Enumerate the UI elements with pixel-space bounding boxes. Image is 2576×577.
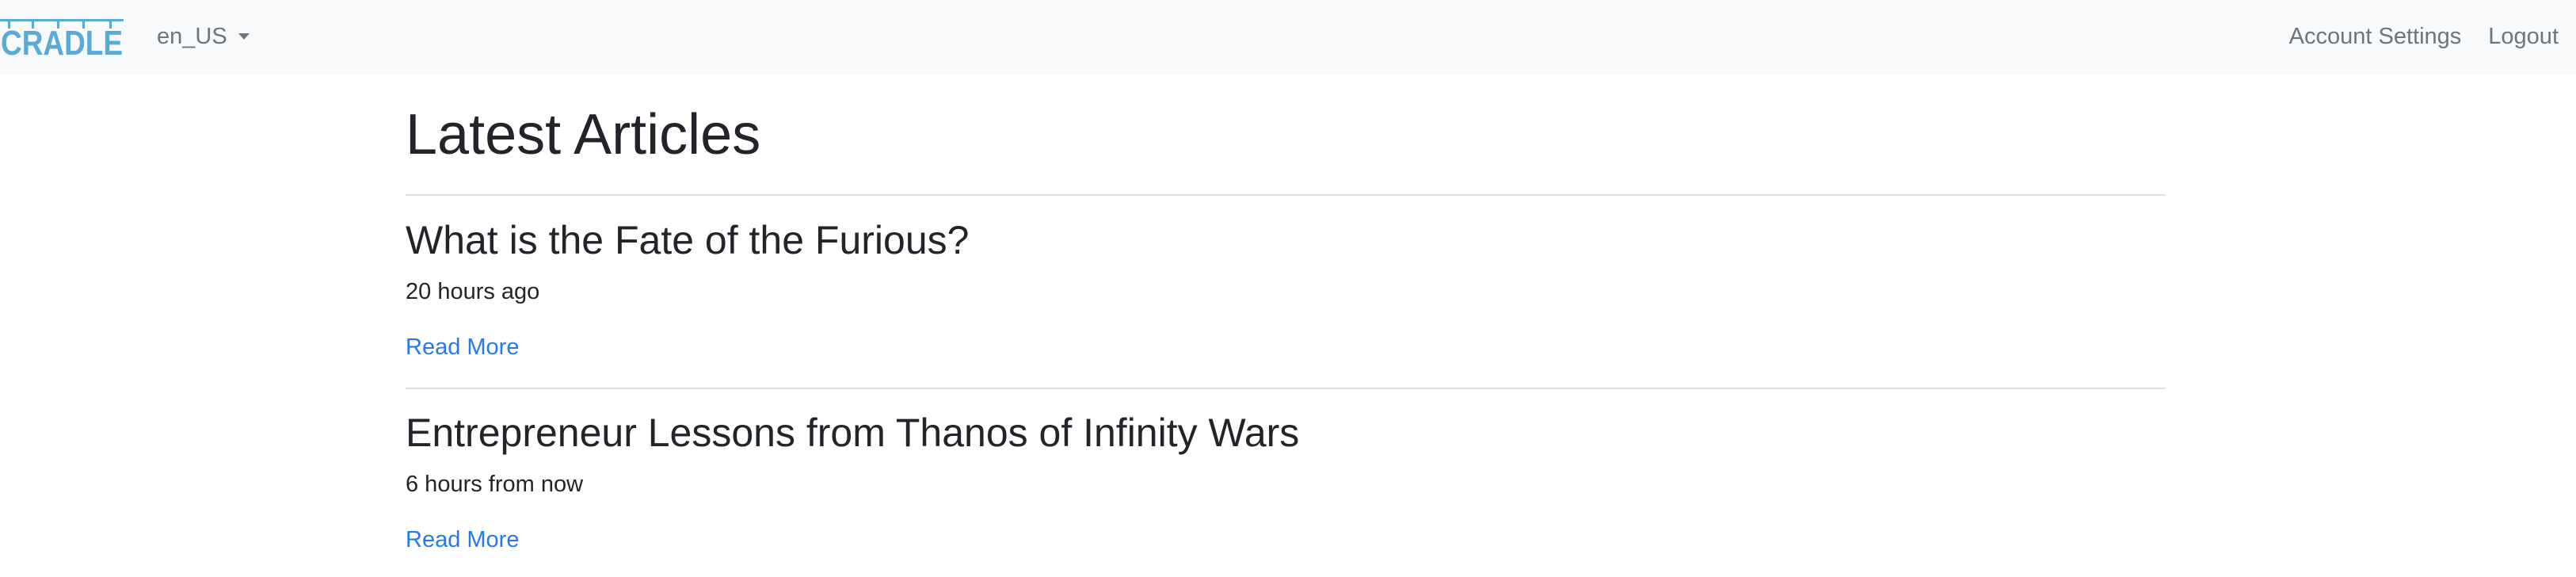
article-title: What is the Fate of the Furious?	[406, 218, 970, 262]
locale-label: en_US	[157, 23, 227, 49]
top-navbar: CRADLE en_US Account Settings Logout	[0, 0, 2576, 75]
logout-link[interactable]: Logout	[2488, 24, 2559, 50]
article-divider	[406, 388, 2166, 389]
locale-dropdown[interactable]: en_US	[157, 21, 250, 52]
article-timestamp: 20 hours ago	[406, 279, 540, 304]
read-more-link[interactable]: Read More	[406, 529, 519, 552]
account-settings-link[interactable]: Account Settings	[2289, 24, 2462, 50]
read-more-link[interactable]: Read More	[406, 336, 519, 359]
logo-text: CRADLE	[1, 24, 123, 57]
cradle-logo-mark: CRADLE	[0, 19, 124, 57]
article-title: Entrepreneur Lessons from Thanos of Infi…	[406, 411, 1300, 455]
title-divider	[406, 194, 2166, 196]
cradle-logo[interactable]: CRADLE	[0, 19, 124, 57]
caret-down-icon	[238, 33, 250, 40]
article-timestamp: 6 hours from now	[406, 472, 584, 497]
nav-right-links: Account Settings Logout	[2289, 21, 2559, 52]
page-title: Latest Articles	[406, 103, 761, 166]
